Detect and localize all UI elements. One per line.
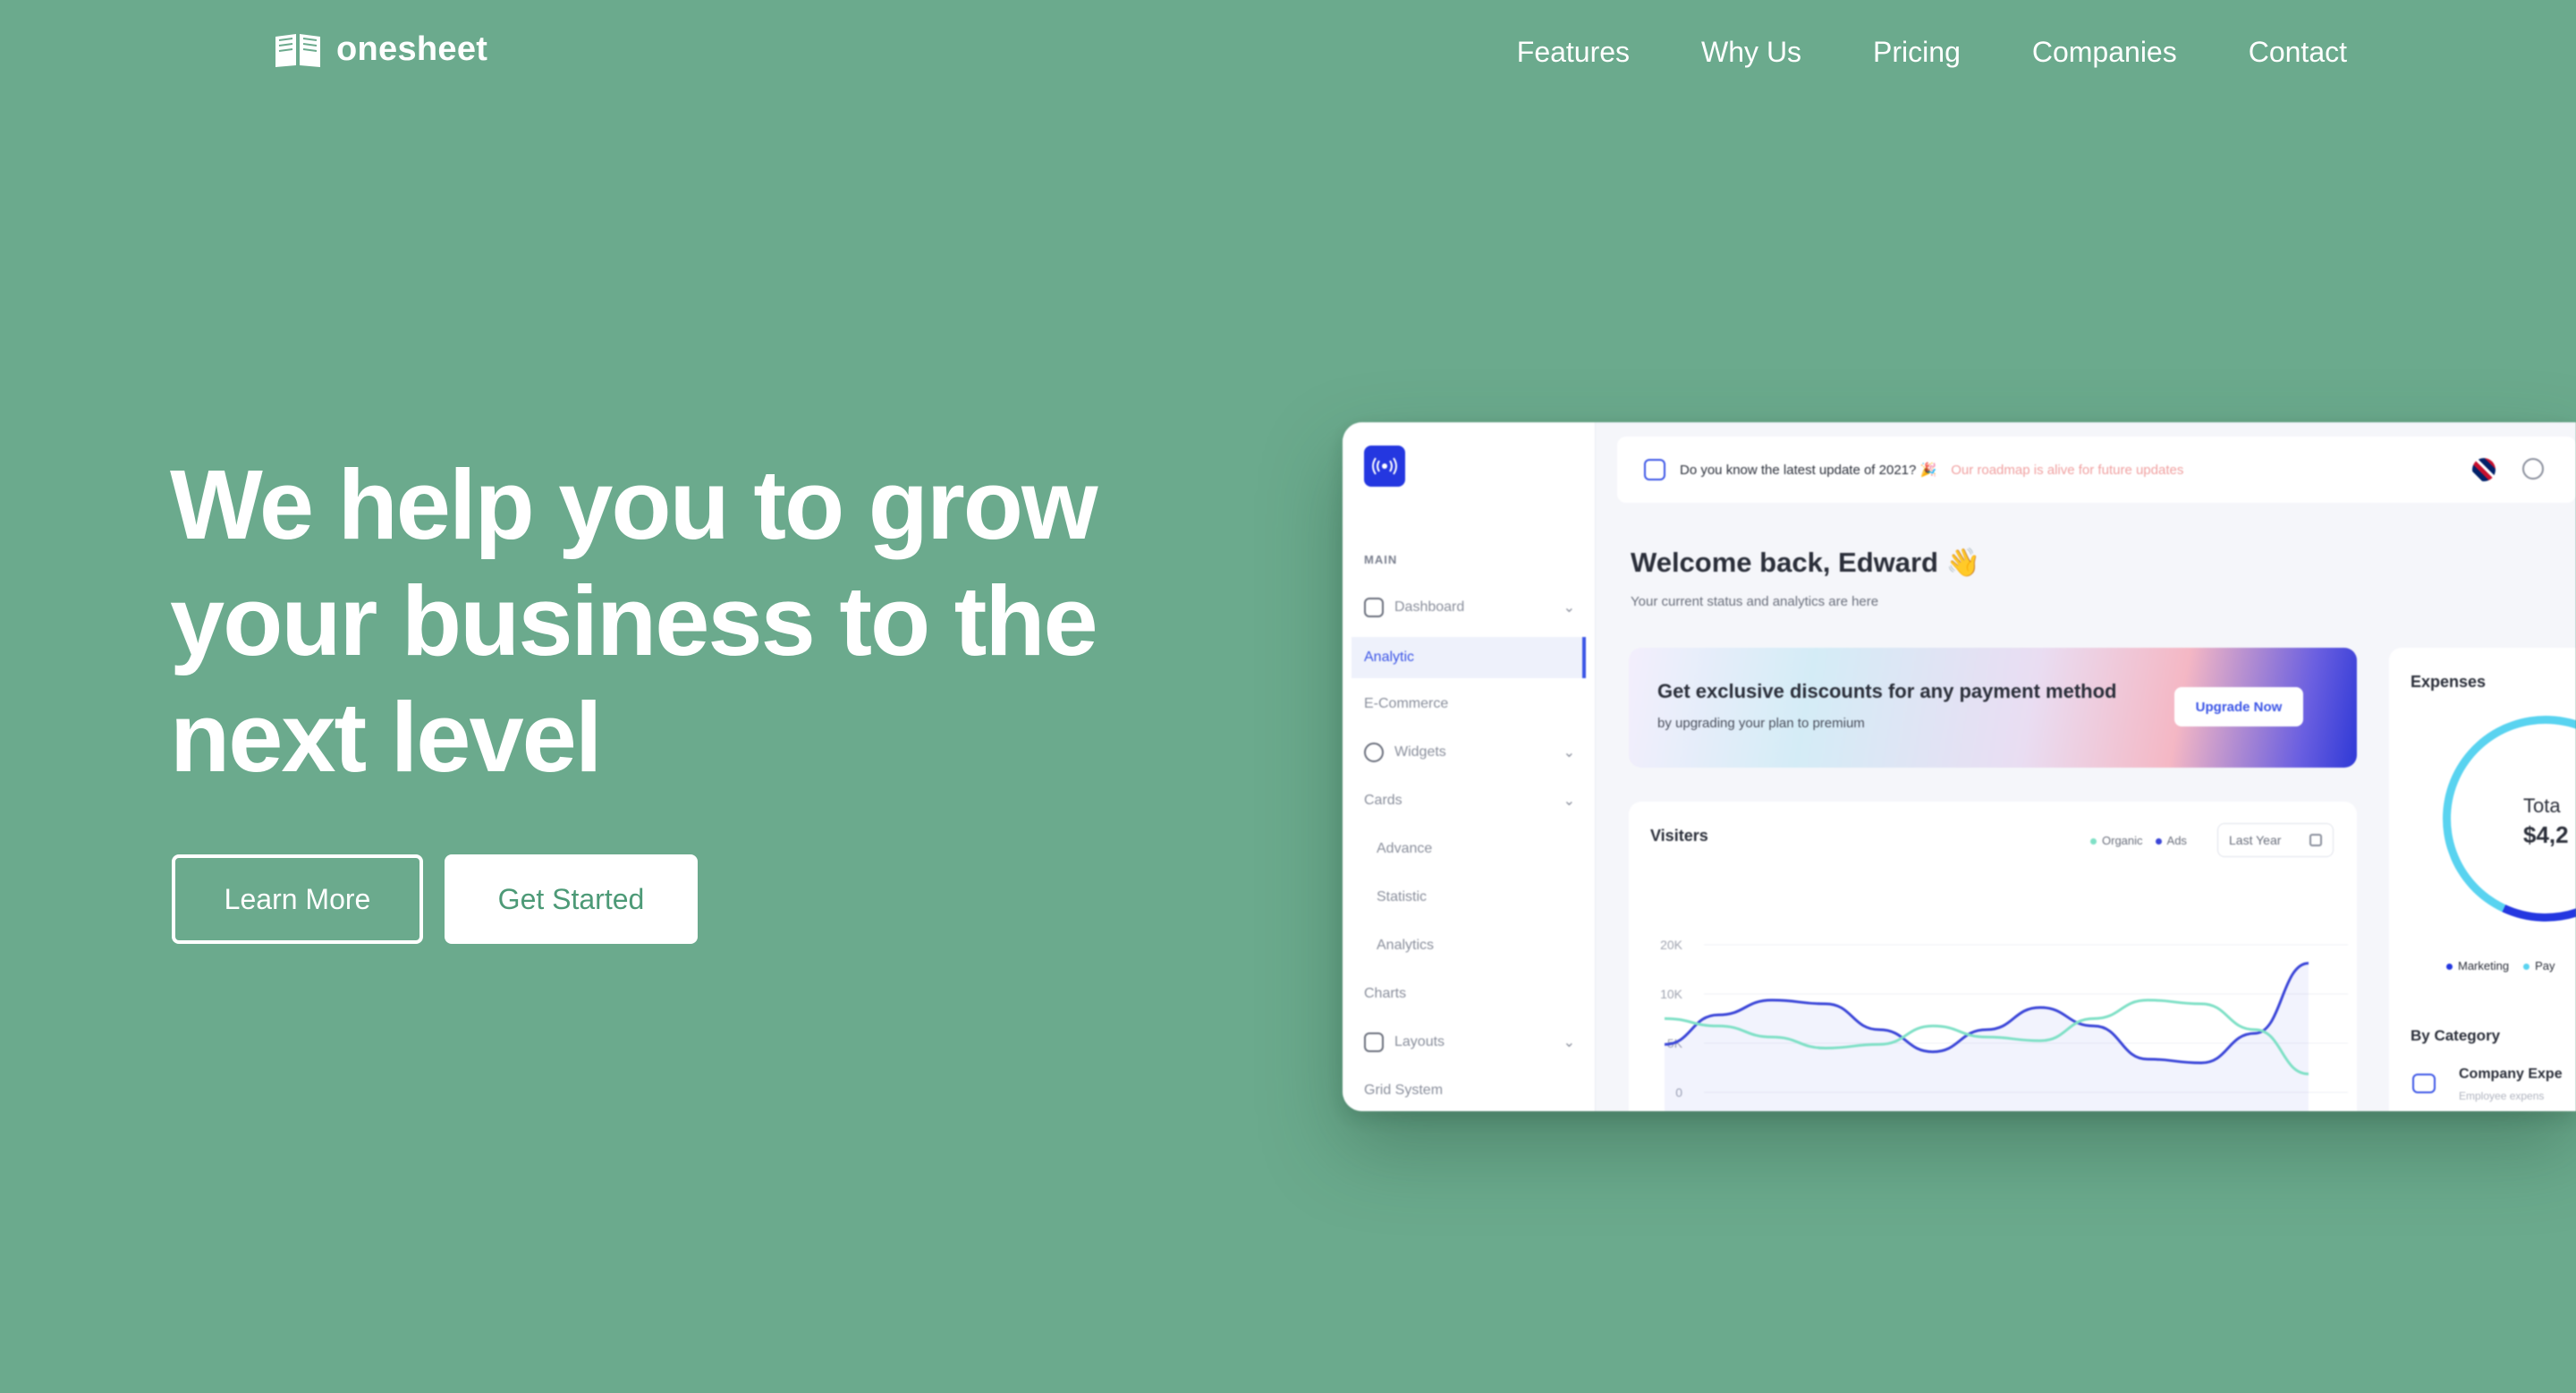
- pie-icon: [1364, 743, 1384, 762]
- by-category-title: By Category: [2411, 1027, 2501, 1044]
- category-name: Company Expe: [2459, 1066, 2563, 1082]
- visitors-chart: 20K10K5K0: [1660, 938, 2348, 1111]
- upgrade-now-button: Upgrade Now: [2174, 687, 2303, 726]
- nav-pricing[interactable]: Pricing: [1873, 34, 1961, 70]
- promo-banner: Get exclusive discounts for any payment …: [1629, 648, 2357, 768]
- sidebar-item-layouts: Layouts ⌄: [1364, 1032, 1575, 1052]
- nav-why-us[interactable]: Why Us: [1701, 34, 1801, 70]
- broadcast-icon: [1364, 446, 1405, 487]
- hero-title: We help you to grow your business to the…: [170, 450, 1098, 793]
- sidebar-item-label: E-Commerce: [1364, 696, 1449, 711]
- search-icon: [2522, 458, 2544, 480]
- legend-pay: Pay: [2523, 959, 2555, 973]
- main-nav: Features Why Us Pricing Companies Contac…: [1517, 34, 2347, 70]
- dashboard-sidebar: MAIN Dashboard ⌄ Analytic E-Commerce Wid…: [1343, 422, 1596, 1111]
- sidebar-item-ecommerce: E-Commerce: [1364, 696, 1575, 712]
- legend-ads: Ads: [2155, 834, 2187, 847]
- sidebar-item-cards: Cards ⌄: [1364, 793, 1575, 809]
- sidebar-item-label: Analytics: [1377, 938, 1435, 953]
- category-subtitle: Employee expens: [2459, 1090, 2545, 1102]
- announcement-bar: Do you know the latest update of 2021? 🎉…: [1617, 437, 2576, 503]
- sidebar-item-label: Layouts: [1394, 1034, 1445, 1049]
- y-tick-label: 20K: [1660, 938, 1683, 952]
- visitors-title: Visiters: [1650, 827, 1708, 845]
- chevron-down-icon: ⌄: [1563, 1035, 1575, 1050]
- sidebar-item-analytic: Analytic: [1352, 637, 1586, 678]
- total-amount: $4,2: [2523, 821, 2569, 848]
- nav-companies[interactable]: Companies: [2032, 34, 2177, 70]
- visitors-card: Visiters Organic Ads Last Year 20K10K5K0: [1629, 802, 2357, 1111]
- sidebar-item-charts: Charts: [1364, 986, 1575, 1002]
- chart-legend: Organic Ads: [2090, 834, 2187, 847]
- logo-text: onesheet: [336, 30, 488, 68]
- expenses-donut: [2413, 686, 2576, 951]
- sidebar-item-statistic: Statistic: [1377, 889, 1588, 905]
- total-label: Tota: [2523, 794, 2561, 817]
- announcement-text: Do you know the latest update of 2021? 🎉: [1680, 463, 1937, 478]
- y-tick-label: 10K: [1660, 987, 1683, 1001]
- sidebar-section-label: MAIN: [1364, 553, 1398, 566]
- sidebar-item-label: Dashboard: [1394, 599, 1465, 615]
- promo-title: Get exclusive discounts for any payment …: [1657, 680, 2117, 702]
- nav-contact[interactable]: Contact: [2249, 34, 2347, 70]
- announcement-link: Our roadmap is alive for future updates: [1951, 462, 2184, 478]
- uk-flag-icon: [2472, 458, 2496, 481]
- logo[interactable]: onesheet: [272, 30, 487, 69]
- get-started-button[interactable]: Get Started: [445, 854, 698, 944]
- expenses-title: Expenses: [2411, 673, 2487, 691]
- expenses-card: Expenses Tota $4,2 Marketing Pay By Cate…: [2389, 648, 2576, 1111]
- sidebar-item-label: Advance: [1377, 841, 1433, 856]
- sidebar-item-label: Grid System: [1364, 1083, 1444, 1098]
- sidebar-item-dashboard: Dashboard ⌄: [1364, 598, 1575, 617]
- sidebar-item-advance: Advance: [1377, 841, 1588, 857]
- expenses-legend: Marketing Pay: [2446, 959, 2555, 973]
- calendar-icon: [2309, 834, 2322, 846]
- sidebar-item-label: Statistic: [1377, 889, 1428, 905]
- sidebar-item-label: Charts: [1364, 986, 1407, 1001]
- range-select-value: Last Year: [2229, 833, 2282, 847]
- dashboard-preview: MAIN Dashboard ⌄ Analytic E-Commerce Wid…: [1343, 422, 2576, 1111]
- chevron-down-icon: ⌄: [1563, 600, 1575, 616]
- promo-subtitle: by upgrading your plan to premium: [1657, 716, 1865, 731]
- layout-icon: [1364, 1032, 1384, 1052]
- message-icon: [1644, 459, 1665, 480]
- sidebar-item-analytics: Analytics: [1377, 938, 1588, 954]
- legend-organic: Organic: [2090, 834, 2143, 847]
- home-icon: [1364, 598, 1384, 617]
- nav-features[interactable]: Features: [1517, 34, 1630, 70]
- legend-marketing: Marketing: [2446, 959, 2509, 973]
- range-select: Last Year: [2217, 823, 2334, 857]
- sidebar-item-grid-system: Grid System: [1364, 1083, 1575, 1099]
- chevron-down-icon: ⌄: [1563, 745, 1575, 760]
- sidebar-item-label: Cards: [1364, 793, 1402, 808]
- sidebar-item-label: Analytic: [1364, 650, 1415, 665]
- welcome-heading: Welcome back, Edward 👋: [1631, 547, 1981, 578]
- open-book-icon: [275, 33, 320, 67]
- chevron-down-icon: ⌄: [1563, 794, 1575, 809]
- wallet-icon: [2412, 1074, 2436, 1093]
- sidebar-item-widgets: Widgets ⌄: [1364, 743, 1575, 762]
- learn-more-button[interactable]: Learn More: [172, 854, 423, 944]
- welcome-subtitle: Your current status and analytics are he…: [1631, 594, 1879, 609]
- sidebar-item-label: Widgets: [1394, 744, 1446, 760]
